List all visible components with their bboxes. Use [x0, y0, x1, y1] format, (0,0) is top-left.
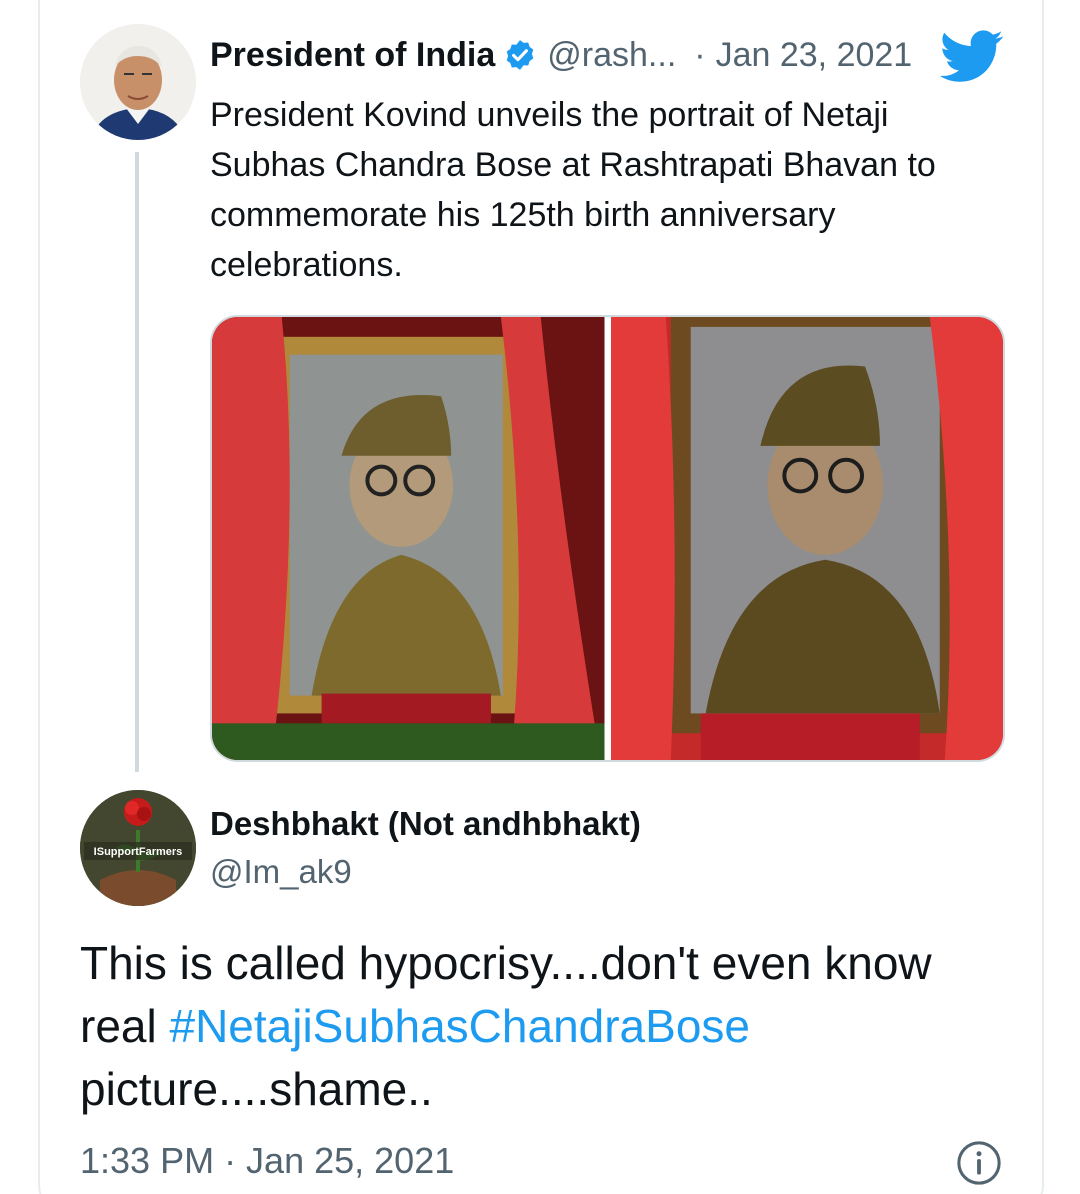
- hashtag-link[interactable]: #NetajiSubhasChandraBose: [169, 1000, 750, 1052]
- quoted-tweet-text: President Kovind unveils the portrait of…: [210, 96, 936, 284]
- quoted-tweet-header: President of India @rash... · Jan 23, 20…: [210, 30, 912, 80]
- quoted-date[interactable]: Jan 23, 2021: [716, 36, 913, 75]
- portrait-photo-1[interactable]: [212, 317, 605, 760]
- header-separator: ·: [694, 35, 706, 74]
- reply-tweet-text: This is called hypocrisy....don't even k…: [80, 932, 1000, 1121]
- quoted-display-name[interactable]: President of India: [210, 36, 495, 75]
- quoted-handle[interactable]: @rash...: [547, 36, 676, 75]
- info-icon[interactable]: [956, 1140, 1002, 1186]
- reply-handle[interactable]: @Im_ak9: [210, 853, 352, 891]
- reply-avatar[interactable]: ISupportFarmers: [80, 790, 196, 906]
- reply-timestamp[interactable]: 1:33 PM · Jan 25, 2021: [80, 1140, 454, 1182]
- president-avatar[interactable]: [80, 24, 196, 140]
- reply-text-after: picture....shame..: [80, 1063, 433, 1115]
- twitter-bird-icon: [940, 30, 1003, 82]
- thread-connector-line: [135, 152, 139, 772]
- reply-display-name[interactable]: Deshbhakt (Not andhbhakt): [210, 805, 641, 843]
- avatar-badge-text: ISupportFarmers: [94, 846, 183, 858]
- verified-badge-icon: [506, 40, 534, 70]
- quoted-tweet-media[interactable]: [210, 315, 1005, 762]
- portrait-photo-2[interactable]: [610, 317, 1003, 760]
